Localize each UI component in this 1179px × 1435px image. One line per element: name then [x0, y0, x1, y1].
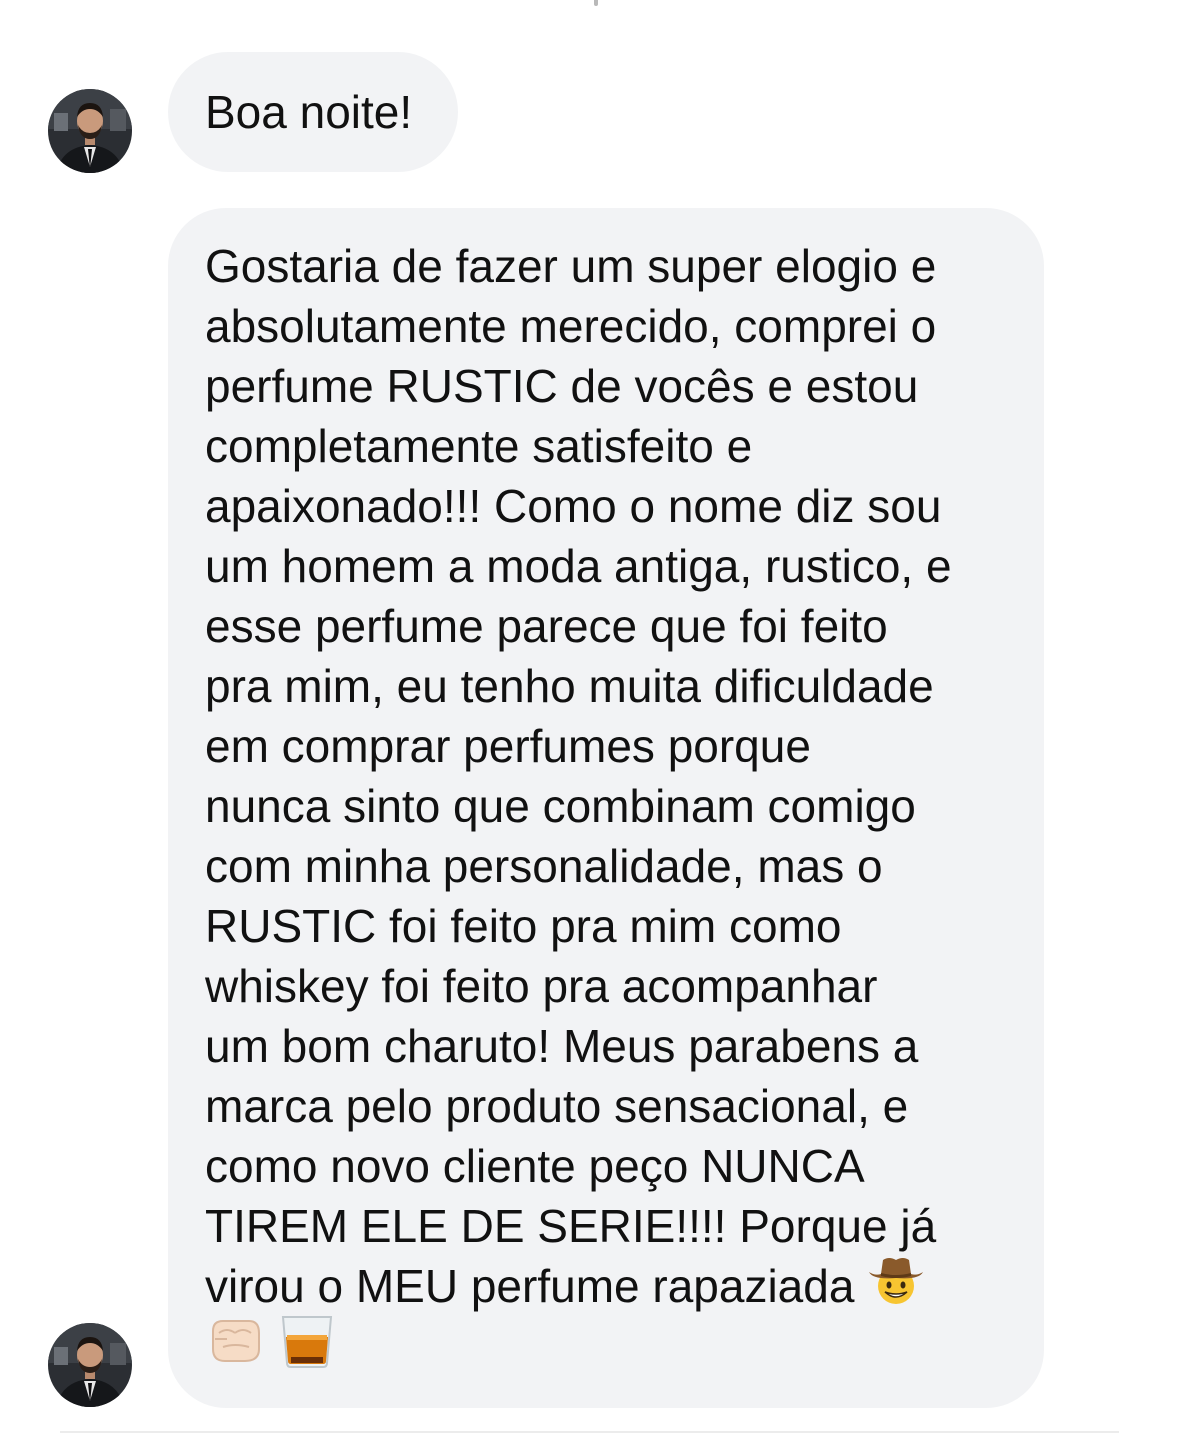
message-text-line: whiskey foi feito pra acompanhar	[205, 960, 878, 1012]
message-text-line: absolutamente merecido, comprei o	[205, 300, 937, 352]
message-text-line: Gostaria de fazer um super elogio e	[205, 240, 937, 292]
message-text-line: com minha personalidade, mas o	[205, 840, 883, 892]
message-text-line-with-emoji: virou o MEU perfume rapaziada	[205, 1256, 1007, 1316]
message-text-line: completamente satisfeito e	[205, 420, 753, 472]
cowboy-hat-face-emoji	[867, 1252, 925, 1320]
avatar[interactable]	[48, 1323, 132, 1407]
message-text-line: RUSTIC foi feito pra mim como	[205, 900, 842, 952]
message-text-line: marca pelo produto sensacional, e	[205, 1080, 909, 1132]
message-text-line: um bom charuto! Meus parabens a	[205, 1020, 919, 1072]
scroll-indicator	[594, 0, 598, 6]
message-text-line: apaixonado!!! Como o nome diz sou	[205, 480, 942, 532]
message-text-line: esse perfume parece que foi feito	[205, 600, 888, 652]
oncoming-fist-emoji	[205, 1313, 265, 1372]
message-text: Boa noite!	[205, 86, 413, 138]
message-text: virou o MEU perfume rapaziada	[205, 1260, 855, 1313]
message-bubble[interactable]: Boa noite!	[168, 52, 458, 172]
message-bubble[interactable]: Gostaria de fazer um super elogio e abso…	[168, 208, 1044, 1408]
message-text-line: pra mim, eu tenho muita dificuldade	[205, 660, 934, 712]
avatar[interactable]	[48, 89, 132, 173]
divider	[60, 1431, 1119, 1433]
message-text-line: em comprar perfumes porque	[205, 720, 811, 772]
message-text-line: TIREM ELE DE SERIE!!!! Porque já	[205, 1200, 937, 1252]
message-text-line: um homem a moda antiga, rustico, e	[205, 540, 952, 592]
emoji-row	[205, 1313, 1007, 1376]
message-text-line: como novo cliente peço NUNCA	[205, 1140, 865, 1192]
message-text-line: nunca sinto que combinam comigo	[205, 780, 916, 832]
message-text-line: perfume RUSTIC de vocês e estou	[205, 360, 919, 412]
tumbler-glass-emoji	[277, 1311, 337, 1374]
